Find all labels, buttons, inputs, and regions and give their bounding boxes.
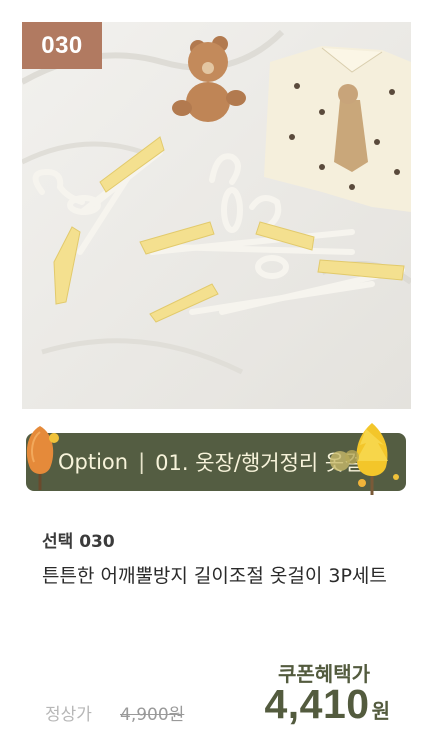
product-photo-illustration xyxy=(22,22,411,409)
autumn-tree-right-icon xyxy=(330,423,399,495)
product-number-badge: 030 xyxy=(22,22,102,69)
autumn-tree-left-icon xyxy=(26,426,59,490)
regular-price: 4,900원 xyxy=(120,705,185,725)
select-label: 선택 030 xyxy=(42,532,115,552)
regular-price-label: 정상가 xyxy=(45,705,92,725)
product-title[interactable]: 튼튼한 어깨뿔방지 길이조절 옷걸이 3P세트 xyxy=(42,562,402,590)
option-label: Option xyxy=(58,450,129,474)
sale-price-amount: 4,410 xyxy=(264,681,370,727)
product-image[interactable] xyxy=(22,22,411,409)
sale-price-currency: 원 xyxy=(371,699,390,723)
option-separator: | xyxy=(138,450,146,474)
sale-price: 4,410 원 xyxy=(264,681,390,728)
